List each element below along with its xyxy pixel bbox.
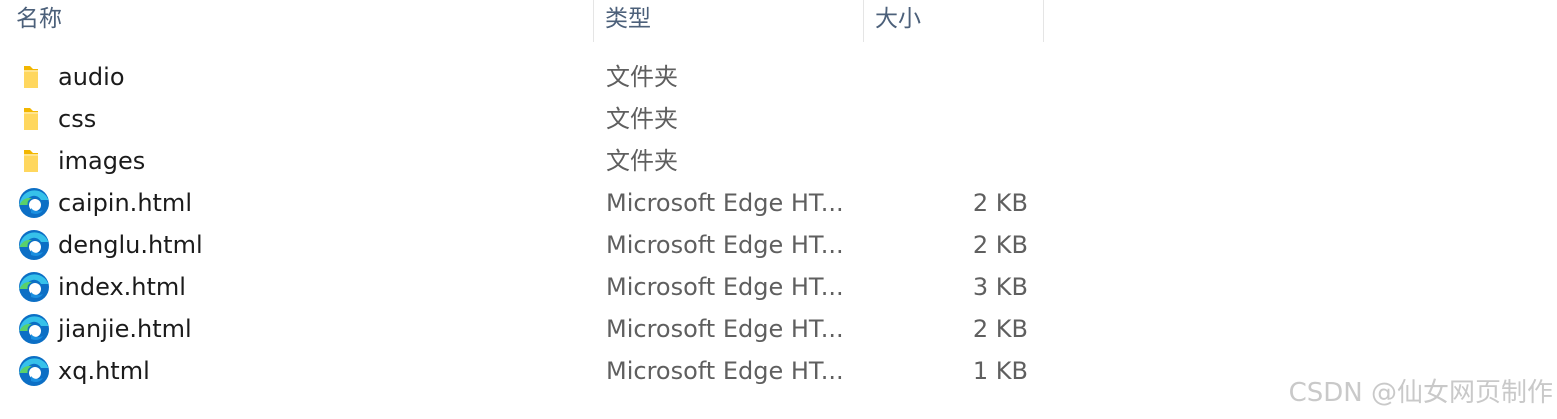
- file-name: jianjie.html: [58, 315, 192, 343]
- file-row[interactable]: images 文件夹: [0, 140, 1100, 182]
- folder-icon: [17, 102, 51, 136]
- file-name: index.html: [58, 273, 186, 301]
- file-row[interactable]: css 文件夹: [0, 98, 1100, 140]
- column-header-bar: 名称 类型 大小: [0, 0, 1557, 44]
- file-size: 2 KB: [972, 231, 1028, 259]
- file-type: 文件夹: [606, 147, 678, 175]
- edge-icon: [17, 354, 51, 388]
- file-row[interactable]: denglu.html Microsoft Edge HT... 2 KB: [0, 224, 1100, 266]
- file-name: css: [58, 105, 97, 133]
- file-type: Microsoft Edge HT...: [606, 231, 844, 259]
- column-header-name[interactable]: 名称: [0, 0, 594, 42]
- edge-icon: [17, 312, 51, 346]
- file-type: 文件夹: [606, 63, 678, 91]
- column-header-type[interactable]: 类型: [594, 0, 864, 42]
- file-type: Microsoft Edge HT...: [606, 315, 844, 343]
- folder-icon: [17, 60, 51, 94]
- file-size: 2 KB: [972, 189, 1028, 217]
- file-row[interactable]: jianjie.html Microsoft Edge HT... 2 KB: [0, 308, 1100, 350]
- file-type: Microsoft Edge HT...: [606, 273, 844, 301]
- file-name: audio: [58, 63, 125, 91]
- file-row[interactable]: audio 文件夹: [0, 56, 1100, 98]
- file-name: caipin.html: [58, 189, 192, 217]
- edge-icon: [17, 270, 51, 304]
- file-size: 2 KB: [972, 315, 1028, 343]
- edge-icon: [17, 228, 51, 262]
- file-row[interactable]: xq.html Microsoft Edge HT... 1 KB: [0, 350, 1100, 392]
- file-row[interactable]: caipin.html Microsoft Edge HT... 2 KB: [0, 182, 1100, 224]
- file-type: 文件夹: [606, 105, 678, 133]
- file-type: Microsoft Edge HT...: [606, 189, 844, 217]
- edge-icon: [17, 186, 51, 220]
- column-header-size[interactable]: 大小: [864, 0, 1044, 42]
- folder-icon: [17, 144, 51, 178]
- file-name: denglu.html: [58, 231, 203, 259]
- file-type: Microsoft Edge HT...: [606, 357, 844, 385]
- watermark: CSDN @仙女网页制作: [1288, 378, 1553, 408]
- file-size: 1 KB: [972, 357, 1028, 385]
- file-row[interactable]: index.html Microsoft Edge HT... 3 KB: [0, 266, 1100, 308]
- file-list: audio 文件夹 css 文件夹 images 文件夹 caipin.html…: [0, 56, 1100, 392]
- file-name: images: [58, 147, 146, 175]
- file-size: 3 KB: [972, 273, 1028, 301]
- file-name: xq.html: [58, 357, 150, 385]
